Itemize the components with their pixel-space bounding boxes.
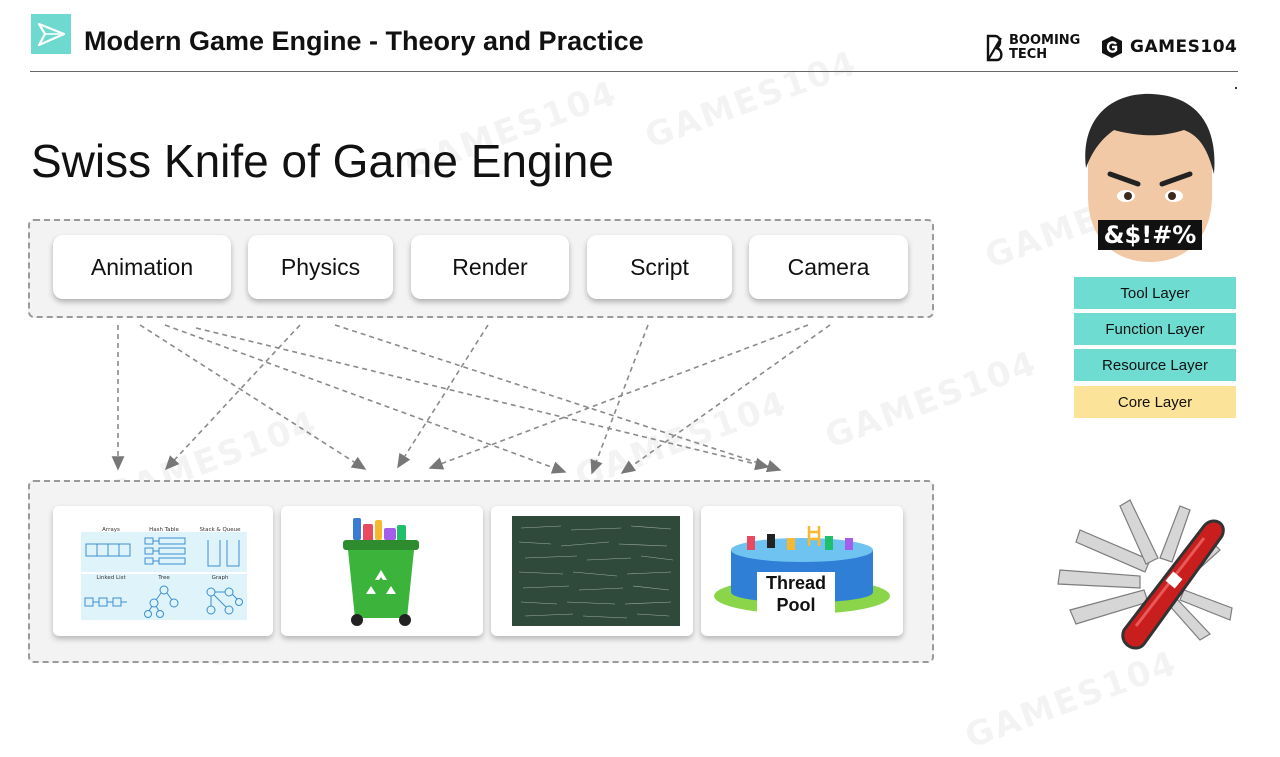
graph-label: Graph <box>212 575 229 581</box>
garbage-bin-card <box>281 506 483 636</box>
stack-queue-label: Stack & Queue <box>199 527 241 533</box>
pool-label: Pool <box>777 595 816 615</box>
resource-layer-label: Resource Layer <box>1074 349 1236 381</box>
core-layer-text: Core Layer <box>1117 393 1193 411</box>
function-layer-label: Function Layer <box>1074 313 1236 345</box>
tool-layer-label: Tool Layer <box>1074 277 1236 309</box>
data-structures-card: Arrays Hash Table Stack & Queue Linked L… <box>53 506 273 636</box>
thread-pool-card: Thread Pool <box>701 506 903 636</box>
data-structures-illustration: Arrays Hash Table Stack & Queue Linked L… <box>81 527 247 620</box>
chalkboard-image <box>512 516 680 626</box>
tree-label: Tree <box>157 575 170 581</box>
core-layer-label: Core Layer <box>1074 386 1236 418</box>
math-chalkboard-card <box>491 506 693 636</box>
angry-face-icon: &$!#% <box>1085 93 1215 263</box>
tool-layer-text: Tool Layer <box>1120 284 1190 302</box>
function-layer-text: Function Layer <box>1105 320 1205 338</box>
swiss-knife-icon <box>1057 499 1233 650</box>
arrays-label: Arrays <box>102 527 120 533</box>
censored-mouth-text: &$!#% <box>1104 221 1197 249</box>
swiss-knife-image <box>1040 490 1240 655</box>
hash-table-label: Hash Table <box>149 527 179 533</box>
thread-pool-illustration: Thread Pool <box>714 526 890 616</box>
recycle-bin-icon <box>343 518 419 626</box>
avatar: &$!#% <box>1080 90 1220 266</box>
resource-layer-text: Resource Layer <box>1102 356 1208 374</box>
linked-list-label: Linked List <box>96 575 126 581</box>
stray-dot <box>1235 87 1237 89</box>
thread-label: Thread <box>766 573 826 593</box>
